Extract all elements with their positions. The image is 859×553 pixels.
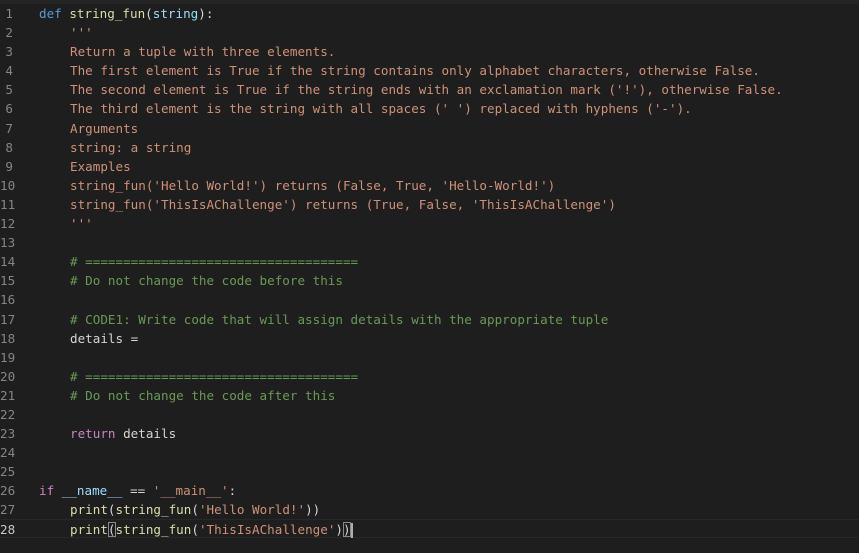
docstring-token: Examples [70, 158, 131, 174]
code-line-empty[interactable] [39, 462, 854, 481]
code-line[interactable]: Return a tuple with three elements. [39, 42, 854, 61]
code-line[interactable]: Examples [39, 157, 854, 176]
line-number: 7 [5, 120, 13, 136]
code-line[interactable]: def string_fun(string): [39, 4, 854, 23]
line-number: 21 [0, 387, 16, 403]
code-line[interactable]: The first element is True if the string … [39, 61, 854, 80]
code-line[interactable]: # ==================================== [39, 252, 854, 271]
function-name-token: string_fun [69, 6, 146, 21]
line-number: 12 [0, 216, 16, 232]
code-line-empty[interactable] [39, 348, 854, 367]
dunder-name-token: __name__ [61, 483, 123, 499]
code-line[interactable]: return details [39, 424, 854, 443]
line-number: 22 [0, 406, 16, 422]
line-number: 27 [0, 502, 16, 518]
comment-token: # Do not change the code after this [70, 387, 336, 403]
string-token: 'ThisIsAChallenge' [198, 521, 336, 537]
code-line[interactable]: Arguments [39, 119, 854, 138]
code-line-empty[interactable] [39, 405, 854, 424]
line-number: 23 [0, 426, 16, 442]
paren-token: ): [198, 6, 214, 21]
docstring-token: string: a string [70, 139, 192, 155]
code-line[interactable]: string: a string [39, 138, 854, 157]
variable-token: details [123, 426, 177, 442]
docstring-token: The third element is the string with all… [70, 101, 692, 117]
return-keyword-token: return [70, 426, 116, 442]
code-line[interactable]: if __name__ == '__main__': [39, 481, 854, 500]
line-number: 10 [0, 177, 16, 193]
function-name-token: string_fun [115, 502, 192, 518]
line-number: 13 [0, 235, 16, 251]
code-line[interactable]: ''' [39, 23, 854, 42]
line-number: 17 [0, 311, 16, 327]
line-number-active: 28 [0, 521, 16, 537]
code-line[interactable]: # CODE1: Write code that will assign det… [39, 310, 854, 329]
line-number: 5 [5, 82, 13, 98]
code-line[interactable]: The third element is the string with all… [39, 99, 854, 118]
code-line[interactable]: details = [39, 329, 854, 348]
code-area[interactable]: def string_fun(string): ''' Return a tup… [39, 4, 854, 539]
code-line-empty[interactable] [39, 233, 854, 252]
operator-token: = [123, 330, 139, 346]
colon-token: : [228, 483, 237, 499]
line-number: 14 [0, 254, 16, 270]
code-line[interactable]: The second element is True if the string… [39, 80, 854, 99]
docstring-token: ''' [70, 216, 93, 232]
line-number: 15 [0, 273, 16, 289]
code-editor[interactable]: 1 2 3 4 5 6 7 8 9 10 11 12 13 14 15 16 1… [0, 0, 859, 553]
if-keyword-token: if [39, 483, 55, 499]
line-number: 1 [5, 6, 13, 21]
line-number: 19 [0, 349, 16, 365]
code-line[interactable]: # Do not change the code before this [39, 271, 854, 290]
docstring-token: string_fun('ThisIsAChallenge') returns (… [70, 196, 616, 212]
text-cursor [350, 522, 353, 538]
code-line[interactable]: # ==================================== [39, 367, 854, 386]
code-line[interactable]: # Do not change the code after this [39, 386, 854, 405]
matched-bracket: ) [343, 521, 351, 537]
docstring-token: ''' [70, 25, 93, 41]
builtin-function-token: print [70, 521, 108, 537]
code-line-empty[interactable] [39, 290, 854, 309]
code-line-active[interactable]: print(string_fun('ThisIsAChallenge')) [39, 520, 854, 539]
line-number: 24 [0, 445, 16, 461]
line-number: 11 [0, 196, 16, 212]
docstring-token: The second element is True if the string… [70, 82, 783, 98]
docstring-token: Arguments [70, 120, 139, 136]
docstring-token: The first element is True if the string … [70, 63, 760, 79]
code-line[interactable]: ''' [39, 214, 854, 233]
docstring-token: Return a tuple with three elements. [70, 44, 336, 60]
docstring-token: string_fun('Hello World!') returns (Fals… [70, 177, 556, 193]
line-number: 9 [5, 158, 13, 174]
string-token: '__main__' [152, 483, 229, 499]
code-line-empty[interactable] [39, 443, 854, 462]
line-number: 25 [0, 464, 16, 480]
keyword-token: def [39, 6, 62, 21]
line-number: 3 [5, 44, 13, 60]
comment-token: # CODE1: Write code that will assign det… [70, 311, 609, 327]
code-line[interactable]: string_fun('ThisIsAChallenge') returns (… [39, 195, 854, 214]
line-number: 4 [5, 63, 13, 79]
function-name-token: string_fun [115, 521, 192, 537]
line-number: 8 [5, 139, 13, 155]
line-number: 2 [5, 25, 13, 41]
line-number: 20 [0, 368, 16, 384]
comment-token: # ==================================== [70, 368, 359, 384]
matched-bracket: ( [107, 521, 116, 537]
line-number-gutter: 1 2 3 4 5 6 7 8 9 10 11 12 13 14 15 16 1… [0, 4, 28, 553]
comment-token: # ==================================== [70, 254, 359, 270]
variable-token: details [70, 330, 124, 346]
line-number: 18 [0, 330, 16, 346]
paren-token: ( [145, 6, 153, 21]
line-number: 16 [0, 292, 16, 308]
line-number: 26 [0, 483, 16, 499]
line-number: 6 [5, 101, 13, 117]
parameter-token: string [152, 6, 199, 21]
code-line[interactable]: print(string_fun('Hello World!')) [39, 500, 854, 519]
string-token: 'Hello World!' [198, 502, 306, 518]
comment-token: # Do not change the code before this [70, 273, 343, 289]
code-line[interactable]: string_fun('Hello World!') returns (Fals… [39, 176, 854, 195]
builtin-function-token: print [70, 502, 108, 518]
operator-token: == [130, 483, 146, 499]
